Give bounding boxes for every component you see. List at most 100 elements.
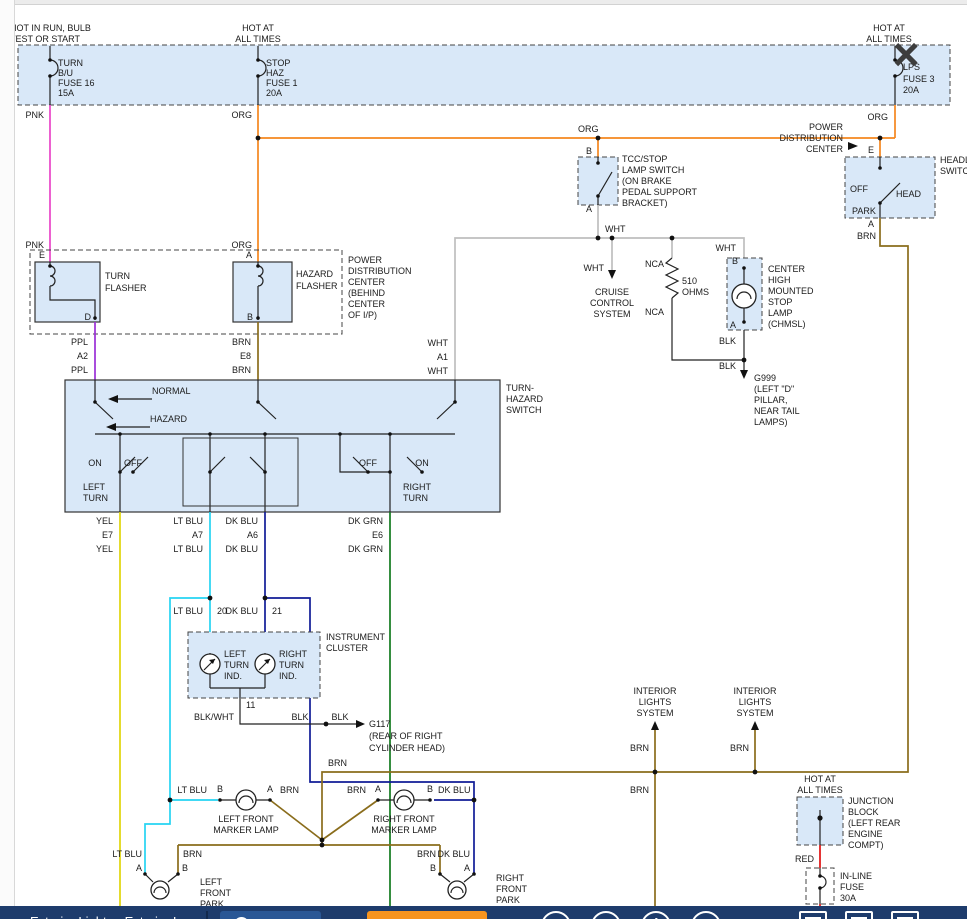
feed-label: ALL TIMES xyxy=(235,34,281,44)
wire-color-label: LT BLU xyxy=(177,785,207,795)
fuse-label: FUSE 16 xyxy=(58,78,95,88)
component-label: OF I/P) xyxy=(348,310,377,320)
wire-color-label: DK GRN xyxy=(348,544,383,554)
wire-color-label: ORG xyxy=(231,110,252,120)
arrow-down-icon xyxy=(608,270,616,279)
zoom-in-button[interactable]: + xyxy=(591,911,621,919)
ground-label: PILLAR, xyxy=(754,395,788,405)
circuit-number: E8 xyxy=(240,351,251,361)
search-button[interactable]: SEARCH xyxy=(220,911,321,919)
fuse-label: 20A xyxy=(266,88,282,98)
lamp-leads xyxy=(145,874,474,882)
help-button[interactable]: ? xyxy=(691,911,721,919)
component-label: TURN xyxy=(279,660,304,670)
inline-fuse-symbol xyxy=(820,868,826,904)
print-button[interactable] xyxy=(799,911,827,919)
wire-color-label: BRN xyxy=(232,337,251,347)
system-ref-label: CONTROL xyxy=(590,298,634,308)
save-button[interactable] xyxy=(845,911,873,919)
ground-label: CYLINDER HEAD) xyxy=(369,743,445,753)
wire-color-label: DK GRN xyxy=(348,516,383,526)
feed-label: ALL TIMES xyxy=(797,785,843,795)
hide-wires-button[interactable]: HIDE WIRES xyxy=(367,911,487,919)
system-ref-label: LIGHTS xyxy=(639,697,672,707)
component-label: (BEHIND xyxy=(348,288,386,298)
wire-color-label: DK BLU xyxy=(225,516,258,526)
toolbar-divider xyxy=(206,911,208,919)
system-ref-label: SYSTEM xyxy=(636,708,673,718)
left-gutter xyxy=(0,0,15,919)
terminal-label: B xyxy=(182,863,188,873)
circuit-number: A6 xyxy=(247,530,258,540)
component-label: IND. xyxy=(224,671,242,681)
close-button[interactable]: × xyxy=(884,28,928,80)
bottom-toolbar: Exterior Lights - Exterior L SEARCH HIDE… xyxy=(0,906,967,919)
component-label: MOUNTED xyxy=(768,286,814,296)
component-label: FLASHER xyxy=(296,281,338,291)
wire-color-label: PNK xyxy=(25,240,44,250)
switch-position-label: HEAD xyxy=(896,189,922,199)
wire-color-label: PNK xyxy=(25,110,44,120)
component-label: INSTRUMENT xyxy=(326,632,385,642)
component-label: HAZARD xyxy=(296,269,334,279)
wire-color-label: DK BLU xyxy=(225,544,258,554)
wiring-diagram: HOT IN RUN, BULB TEST OR START HOT AT AL… xyxy=(0,0,967,919)
component-label: FRONT xyxy=(200,888,231,898)
terminal-label: E xyxy=(39,250,45,260)
power-feed-band: HOT IN RUN, BULB TEST OR START HOT AT AL… xyxy=(10,23,950,105)
info-button[interactable]: i xyxy=(641,911,671,919)
component-label: ENGINE xyxy=(848,829,883,839)
terminal-label: B xyxy=(427,784,433,794)
window-top-edge xyxy=(0,0,967,5)
wire-color-label: WHT xyxy=(605,224,626,234)
switch-position-label: OFF xyxy=(124,458,142,468)
wire-color-label: DK BLU xyxy=(438,785,471,795)
wire-color-label: BRN xyxy=(232,365,251,375)
marker-lamps: LT BLU B A BRN BRN A B DK BLU LEFT FRONT… xyxy=(177,784,470,835)
app-window: HOT IN RUN, BULB TEST OR START HOT AT AL… xyxy=(0,0,967,919)
component-label: LAMP SWITCH xyxy=(622,165,684,175)
zoom-out-button[interactable]: − xyxy=(541,911,571,919)
feed-label: HOT AT xyxy=(242,23,274,33)
circuit-number: E6 xyxy=(372,530,383,540)
component-label: RIGHT xyxy=(496,873,525,883)
fuse-label: STOP xyxy=(266,58,290,68)
wire-color-label: BRN xyxy=(630,743,649,753)
fuse-label: FUSE xyxy=(840,882,864,892)
turn-hazard-switch: TURN- HAZARD SWITCH NORMAL HAZARD ON OFF… xyxy=(65,380,544,512)
fuse-label: FUSE 1 xyxy=(266,78,298,88)
wire-color-label: ORG xyxy=(867,112,888,122)
terminal-label: A xyxy=(586,204,592,214)
component-label: IND. xyxy=(279,671,297,681)
terminal-label: B xyxy=(217,784,223,794)
wire-org-bus xyxy=(258,105,895,157)
system-ref-label: SYSTEM xyxy=(593,309,630,319)
component-label: FLASHER xyxy=(105,283,147,293)
wire-color-label: BRN xyxy=(328,758,347,768)
wire-color-label: BRN xyxy=(630,785,649,795)
ground-arrow-icon xyxy=(356,720,365,728)
component-label: BLOCK xyxy=(848,807,879,817)
component-label: BRACKET) xyxy=(622,198,668,208)
fuse-label: 30A xyxy=(840,893,856,903)
system-ref-label: SYSTEM xyxy=(736,708,773,718)
export-button[interactable] xyxy=(891,911,919,919)
terminal-label: B xyxy=(586,146,592,156)
ground-label: LAMPS) xyxy=(754,417,788,427)
pdc-ref-label: POWER xyxy=(809,122,844,132)
fuse-label: B/U xyxy=(58,68,73,78)
system-ref-label: CRUISE xyxy=(595,287,629,297)
arrow-right-icon xyxy=(848,142,858,150)
document-actions xyxy=(799,911,919,919)
component-label: HIGH xyxy=(768,275,791,285)
component-label: TCC/STOP xyxy=(622,154,667,164)
terminal-label: B xyxy=(732,256,738,266)
component-label: JUNCTION xyxy=(848,796,894,806)
fuse-label: TURN xyxy=(58,58,83,68)
wire-color-label: LT BLU xyxy=(112,849,142,859)
component-label: TURN xyxy=(224,660,249,670)
right-front-park-turn-lamp-icon xyxy=(448,881,466,899)
wire-color-label: BRN xyxy=(417,849,436,859)
wire-color-label: BRN xyxy=(730,743,749,753)
terminal-label: A xyxy=(464,863,470,873)
